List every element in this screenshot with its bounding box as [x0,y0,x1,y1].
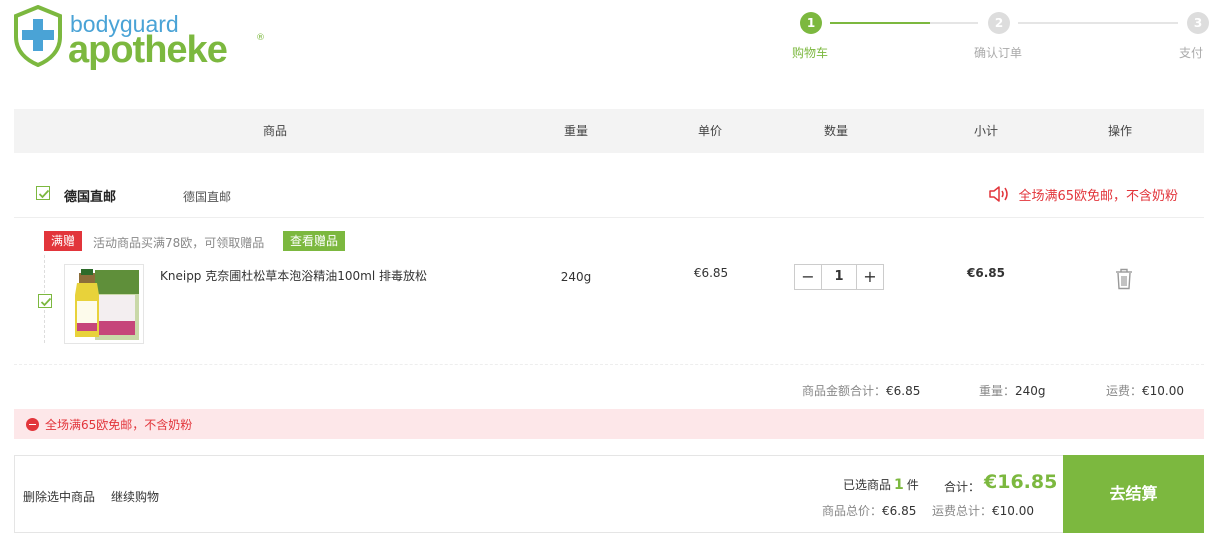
speaker-icon [989,186,1009,202]
shop-row: 德国直邮 德国直邮 全场满65欧免邮，不含奶粉 [14,172,1204,218]
minus-circle-icon [26,417,39,431]
product-image[interactable] [64,264,144,344]
shop-shipping-notice: 全场满65欧免邮，不含奶粉 [988,184,1178,204]
shipping-total-value: €10.00 [992,504,1035,518]
header-quantity: 数量 [823,124,849,138]
header-actions: 操作 [1107,124,1133,138]
shop-notice-text: 全场满65欧免邮，不含奶粉 [1018,188,1178,204]
total-label: 合计： [944,480,981,494]
goods-total-value: €6.85 [882,504,917,518]
selected-suffix: 件 [906,478,919,492]
step-2-line [1018,22,1178,24]
header-weight: 重量 [563,124,589,138]
shop-name: 德国直邮 [64,190,117,205]
step-1-progress-line [830,22,930,24]
summary-weight: 重量：240g [979,382,1046,399]
item-select-checkbox[interactable] [38,294,52,308]
goods-total-label: 商品总价： [822,504,883,518]
shop-subtitle: 德国直邮 [183,190,232,204]
selected-number: 1 [894,477,904,493]
checkout-steps: 1 购物车 2 确认订单 3 支付 [790,12,1210,62]
checkout-button[interactable]: 去结算 [1063,455,1204,533]
delete-selected-link[interactable]: 删除选中商品 [23,488,95,505]
quantity-stepper: − 1 + [794,264,884,290]
cart-table-header: 商品 重量 单价 数量 小计 操作 [14,109,1204,153]
step-2-number: 2 [988,12,1010,34]
header-product: 商品 [262,124,288,138]
shipping-total-label: 运费总计： [932,504,993,518]
summary-weight-value: 240g [1015,384,1046,398]
summary-goods-label: 商品金额合计： [802,384,887,398]
product-subtotal: €6.85 [967,266,1005,280]
shipping-total: 运费总计：€10.00 [932,502,1034,519]
step-3-label: 支付 [1179,46,1204,60]
summary-goods-value: €6.85 [886,384,921,398]
product-unit-price: €6.85 [693,266,729,280]
shield-plus-icon [14,5,62,67]
promo-text: 活动商品买满78欧，可领取赠品 [93,236,265,250]
step-1-number: 1 [800,12,822,34]
logo[interactable]: bodyguard apotheke ® [13,5,273,71]
logo-registered-mark: ® [256,33,265,43]
check-icon [40,297,52,307]
step-2-label: 确认订单 [974,46,1023,60]
total-value: €16.85 [984,471,1058,493]
summary-weight-label: 重量： [979,384,1016,398]
product-bottle-icon [75,269,139,340]
quantity-input[interactable]: 1 [821,265,857,289]
cart-footer: 删除选中商品 继续购物 已选商品 1 件 合计： €16.85 商品总价：€6.85… [14,455,1204,533]
step-1-label: 购物车 [792,46,829,60]
summary-shipping: 运费：€10.00 [1106,382,1184,399]
product-name[interactable]: Kneipp 克奈圃杜松草本泡浴精油100ml 排毒放松 [160,267,427,284]
item-bottom-divider [14,364,1204,365]
promo-tag: 满赠 [44,231,82,251]
header-unit-price: 单价 [697,124,723,138]
shop-select-checkbox[interactable] [36,186,50,200]
product-weight: 240g [560,270,592,284]
warning-text: 全场满65欧免邮，不含奶粉 [45,417,193,432]
goods-total: 商品总价：€6.85 [822,502,916,519]
summary-shipping-label: 运费： [1106,384,1143,398]
check-icon [38,189,50,199]
summary-shipping-value: €10.00 [1142,384,1185,398]
increment-button[interactable]: + [857,265,883,289]
step-3-number: 3 [1187,12,1209,34]
header-subtotal: 小计 [973,124,999,138]
trash-icon[interactable] [1113,267,1135,291]
shipping-warning-bar: 全场满65欧免邮，不含奶粉 [14,409,1204,439]
view-gifts-button[interactable]: 查看赠品 [283,231,345,251]
selected-count: 已选商品 1 件 [843,476,919,493]
selected-prefix: 已选商品 [843,478,892,492]
decrement-button[interactable]: − [795,265,821,289]
continue-shopping-link[interactable]: 继续购物 [111,488,159,505]
summary-goods-amount: 商品金额合计：€6.85 [802,382,920,399]
step-1-remaining-line [930,22,978,24]
logo-main-text: apotheke [68,29,228,71]
